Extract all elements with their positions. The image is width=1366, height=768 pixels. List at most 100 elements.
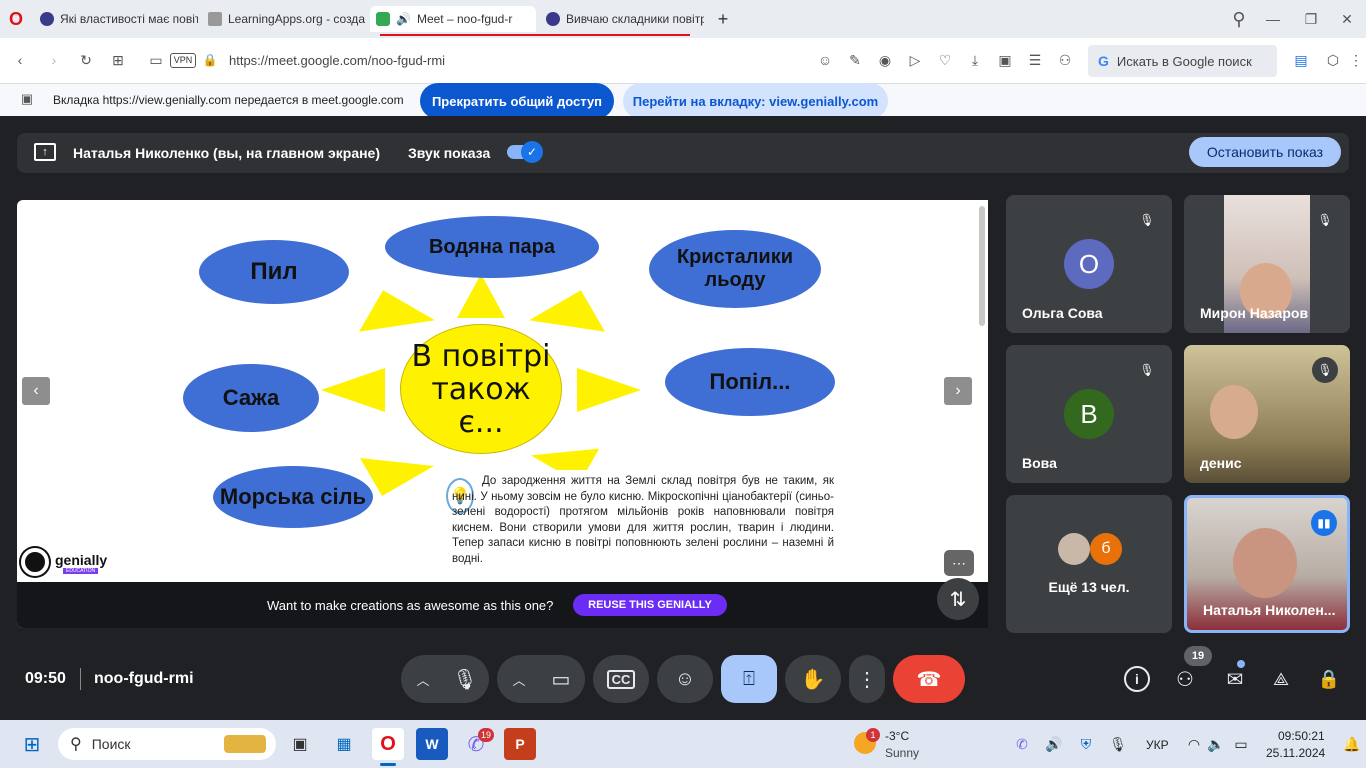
sound-toggle[interactable]: ✓ (507, 141, 543, 163)
self-tile[interactable]: ▮▮ Наталья Николен... (1184, 495, 1350, 633)
profile-icon[interactable]: ⚇ (1056, 50, 1074, 70)
genially-brand-sub: EDUCATION (63, 568, 99, 574)
hand-icon: ✋ (800, 668, 826, 691)
emoji-button[interactable]: ☺ (657, 655, 713, 703)
opera-taskbar-icon[interactable]: O (372, 728, 404, 760)
play-icon[interactable]: ▷ (906, 50, 924, 70)
activities-icon[interactable]: ⟁ (1266, 664, 1296, 694)
participant-tile[interactable]: 🎙 денис (1184, 345, 1350, 483)
slide-next-button[interactable]: › (944, 377, 972, 405)
wifi-icon[interactable]: ◠ (1186, 736, 1202, 752)
present-button[interactable]: ⍐ (721, 655, 777, 703)
close-window-button[interactable]: ✕ (1336, 8, 1358, 30)
mic-tray-icon[interactable]: 🎙 (1109, 736, 1127, 752)
more-participants-tile[interactable]: б Ещё 13 чел. (1006, 495, 1172, 633)
restore-button[interactable]: ❐ (1300, 8, 1322, 30)
tab-search-icon[interactable]: ⚲ (1228, 8, 1250, 30)
stop-sharing-button[interactable]: Прекратить общий доступ (420, 83, 614, 119)
back-icon[interactable]: ‹ (10, 50, 30, 70)
video-camera-icon[interactable]: ▭ (539, 667, 583, 692)
host-controls-icon[interactable]: 🔒 (1314, 664, 1344, 694)
heart-icon[interactable]: ♡ (936, 50, 954, 70)
participant-tile[interactable]: 🎙 Мирон Назаров (1184, 195, 1350, 333)
store-icon[interactable]: ▦ (328, 728, 360, 760)
chevron-up-icon[interactable]: ︿ (403, 670, 443, 689)
cloud-ice: Кристалики льоду (649, 230, 821, 308)
cloud-dust: Пил (199, 240, 349, 304)
swap-icon[interactable]: ⇅ (937, 578, 979, 620)
slide-prev-button[interactable]: ‹ (22, 377, 50, 405)
meeting-time: 09:50 (25, 670, 66, 687)
slide-more-button[interactable]: ⋯ (944, 550, 974, 576)
new-tab-button[interactable]: + (712, 8, 734, 30)
mic-icon[interactable]: 🎙 (443, 667, 487, 692)
powerpoint-icon[interactable]: P (504, 728, 536, 760)
lock-icon[interactable]: 🔒 (203, 51, 218, 69)
mic-off-icon: 🎙 (1312, 207, 1338, 233)
switch-tab-button[interactable]: Перейти на вкладку: view.genially.com (623, 83, 888, 119)
more-options-button[interactable]: ⋮ (849, 655, 885, 703)
reuse-genially-button[interactable]: REUSE THIS GENIALLY (573, 594, 727, 616)
sun-circle: В повітрі також є... (400, 324, 562, 454)
genially-logo[interactable]: genially EDUCATION (21, 548, 121, 578)
emoji-icon[interactable]: ☺ (816, 50, 834, 70)
language-indicator[interactable]: УКР (1146, 738, 1169, 752)
captions-button[interactable]: CC (593, 655, 649, 703)
google-search-box[interactable]: G Искать в Google поиск (1088, 45, 1277, 77)
stop-presenting-button[interactable]: Остановить показ (1189, 137, 1341, 167)
emoji-icon: ☺ (674, 667, 696, 690)
screen-share-icon[interactable]: ▣ (996, 50, 1014, 70)
tab-meet[interactable]: 🔊 Meet – noo-fgud-r (370, 6, 536, 32)
genially-favicon-icon (546, 12, 560, 26)
cube-icon[interactable]: ⬡ (1324, 50, 1342, 70)
participant-name: Вова (1022, 455, 1057, 471)
windows-start-icon[interactable]: ⊞ (16, 728, 48, 760)
download-icon[interactable]: ⤓ (966, 50, 984, 70)
speed-dial-icon[interactable]: ⊞ (108, 50, 128, 70)
snapshot-icon[interactable]: ◉ (876, 50, 894, 70)
leave-call-button[interactable]: ☎ (893, 655, 965, 703)
vpn-badge[interactable]: VPN (170, 53, 196, 68)
participant-tile[interactable]: О 🎙 Ольга Сова (1006, 195, 1172, 333)
notifications-icon[interactable]: 🔔 (1343, 736, 1360, 752)
reload-icon[interactable]: ↻ (76, 50, 96, 70)
battery-icon[interactable]: ▭ (1232, 736, 1250, 752)
people-icon[interactable]: ⚇ (1170, 664, 1200, 694)
tab-4[interactable]: Вивчаю складники повітр (540, 6, 704, 32)
clock-date[interactable]: 25.11.2024 (1266, 746, 1325, 760)
clock-time[interactable]: 09:50:21 (1278, 729, 1325, 743)
tab-active-underline (380, 34, 690, 36)
viber-tray-icon[interactable]: ✆ (1014, 736, 1030, 752)
present-icon: ⍐ (743, 667, 755, 690)
chevron-up-icon[interactable]: ︿ (499, 670, 539, 689)
sun-text: В повітрі також є... (411, 338, 551, 440)
extension-icon[interactable]: ▤ (1292, 50, 1310, 70)
volume-tray-icon[interactable]: 🔊 (1045, 736, 1062, 752)
taskbar-search-box[interactable]: ⚲ Поиск (58, 728, 276, 760)
tab-1[interactable]: Які властивості має повіт (34, 6, 198, 32)
camera-icon[interactable]: ▭ (146, 50, 166, 70)
minimize-button[interactable]: — (1262, 8, 1284, 30)
participant-tile[interactable]: В 🎙 Вова (1006, 345, 1172, 483)
taskbar-search-label: Поиск (91, 736, 131, 752)
info-icon[interactable]: i (1124, 666, 1150, 692)
slide-scrollbar[interactable] (979, 206, 985, 326)
security-tray-icon[interactable]: ⛨ (1078, 736, 1094, 752)
menu-icon[interactable]: ⋮ (1349, 50, 1363, 70)
avatar: О (1064, 239, 1114, 289)
chat-icon[interactable]: ✉ (1220, 664, 1250, 694)
raise-hand-button[interactable]: ✋ (785, 655, 841, 703)
easy-setup-icon[interactable]: ☰ (1026, 50, 1044, 70)
word-icon[interactable]: W (416, 728, 448, 760)
edit-icon[interactable]: ✎ (846, 50, 864, 70)
opera-logo-icon[interactable]: O (6, 9, 26, 29)
url-text[interactable]: https://meet.google.com/noo-fgud-rmi (229, 53, 445, 68)
google-search-placeholder: Искать в Google поиск (1116, 53, 1252, 69)
speaker-tray-icon[interactable]: 🔈 (1207, 736, 1224, 752)
viber-badge: 19 (478, 728, 494, 742)
speaking-indicator-icon: ▮▮ (1311, 510, 1337, 536)
task-view-icon[interactable]: ▣ (284, 728, 316, 760)
forward-icon[interactable]: › (44, 50, 64, 70)
mic-control: ︿ 🎙 (401, 655, 489, 703)
tab-2[interactable]: LearningApps.org - созда (202, 6, 366, 32)
